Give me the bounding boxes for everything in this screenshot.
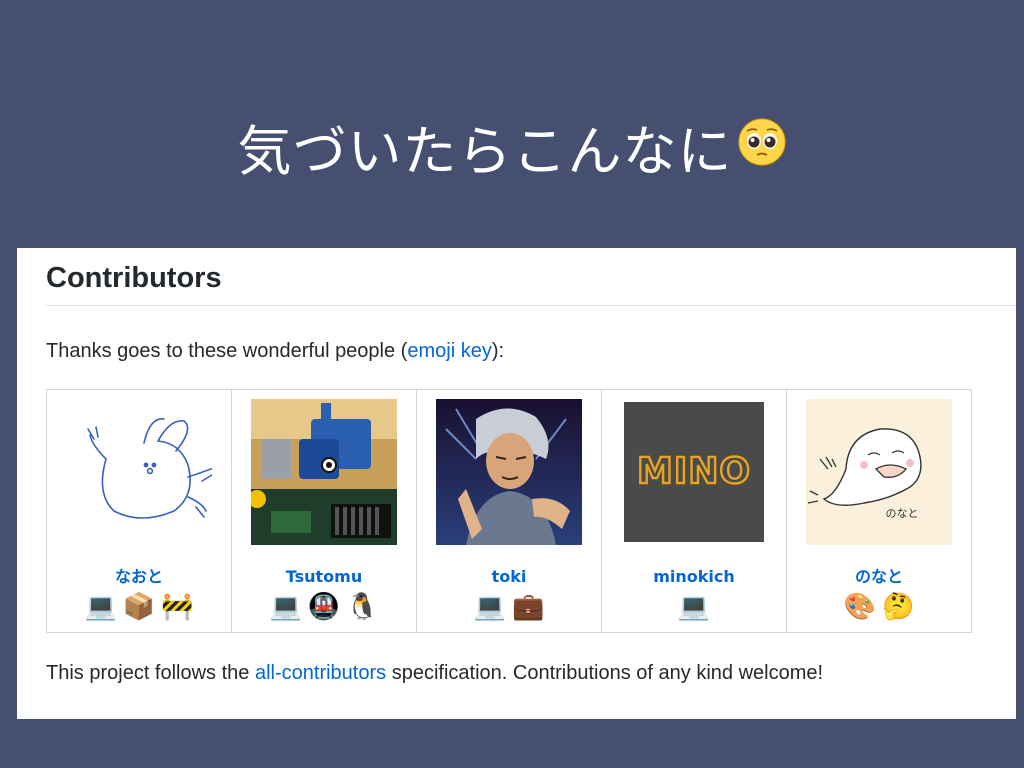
pleading-face-icon <box>737 115 787 183</box>
contribution-badges: 🎨 🤔 <box>787 591 971 623</box>
readme-panel: Contributors Thanks goes to these wonder… <box>17 248 1016 719</box>
penguin-icon[interactable]: 🐧 <box>346 591 378 623</box>
avatar-naoto[interactable] <box>66 399 212 545</box>
contribution-badges: 💻 💼 <box>417 591 601 623</box>
contributor-name[interactable]: のなと <box>787 567 971 587</box>
contributor-name[interactable]: minokich <box>602 567 786 587</box>
package-icon[interactable]: 📦 <box>123 591 155 623</box>
contributor-cell: toki 💻 💼 <box>416 389 602 633</box>
emoji-key-link[interactable]: emoji key <box>407 340 491 362</box>
laptop-icon[interactable]: 💻 <box>269 591 301 623</box>
mino-logo-text: MINO <box>637 451 751 492</box>
metro-icon[interactable]: 🚇 <box>308 591 340 623</box>
contributor-name[interactable]: なおと <box>47 567 231 587</box>
slide-title: 気づいたらこんなに <box>0 118 1024 189</box>
avatar-nonato[interactable]: のなと <box>806 399 952 545</box>
contribution-badges: 💻 📦 🚧 <box>47 591 231 623</box>
thanks-paragraph: Thanks goes to these wonderful people (e… <box>46 339 504 363</box>
thanks-suffix: ): <box>491 340 505 362</box>
thanks-prefix: Thanks goes to these wonderful people ( <box>46 340 408 362</box>
all-contributors-link[interactable]: all-contributors <box>255 662 386 684</box>
contribution-badges: 💻 <box>602 591 786 623</box>
avatar-tsutomu[interactable] <box>251 399 397 545</box>
contribution-badges: 💻 🚇 🐧 <box>232 591 416 623</box>
contributor-name[interactable]: Tsutomu <box>232 567 416 587</box>
contributors-heading: Contributors <box>46 262 222 294</box>
construction-icon[interactable]: 🚧 <box>161 591 193 623</box>
footer-prefix: This project follows the <box>46 662 255 684</box>
avatar-toki[interactable] <box>436 399 582 545</box>
briefcase-icon[interactable]: 💼 <box>512 591 544 623</box>
thinking-face-icon[interactable]: 🤔 <box>882 591 914 623</box>
nonato-signature-text: のなと <box>886 507 919 520</box>
footer-suffix: specification. Contributions of any kind… <box>386 662 824 684</box>
laptop-icon[interactable]: 💻 <box>84 591 116 623</box>
heading-divider <box>46 305 1016 306</box>
contributor-cell: Tsutomu 💻 🚇 🐧 <box>231 389 417 633</box>
contributors-table: なおと 💻 📦 🚧 Tsutomu 💻 🚇 🐧 toki 💻 💼 MINO mi… <box>46 389 972 633</box>
slide-title-text: 気づいたらこんなに <box>237 120 733 183</box>
contributor-cell: のなと のなと 🎨 🤔 <box>786 389 972 633</box>
laptop-icon[interactable]: 💻 <box>678 591 710 623</box>
footer-paragraph: This project follows the all-contributor… <box>46 661 823 685</box>
contributor-cell: MINO minokich 💻 <box>601 389 787 633</box>
avatar-minokich[interactable]: MINO <box>621 399 767 545</box>
contributor-cell: なおと 💻 📦 🚧 <box>46 389 232 633</box>
palette-icon[interactable]: 🎨 <box>844 591 876 623</box>
contributor-name[interactable]: toki <box>417 567 601 587</box>
laptop-icon[interactable]: 💻 <box>474 591 506 623</box>
